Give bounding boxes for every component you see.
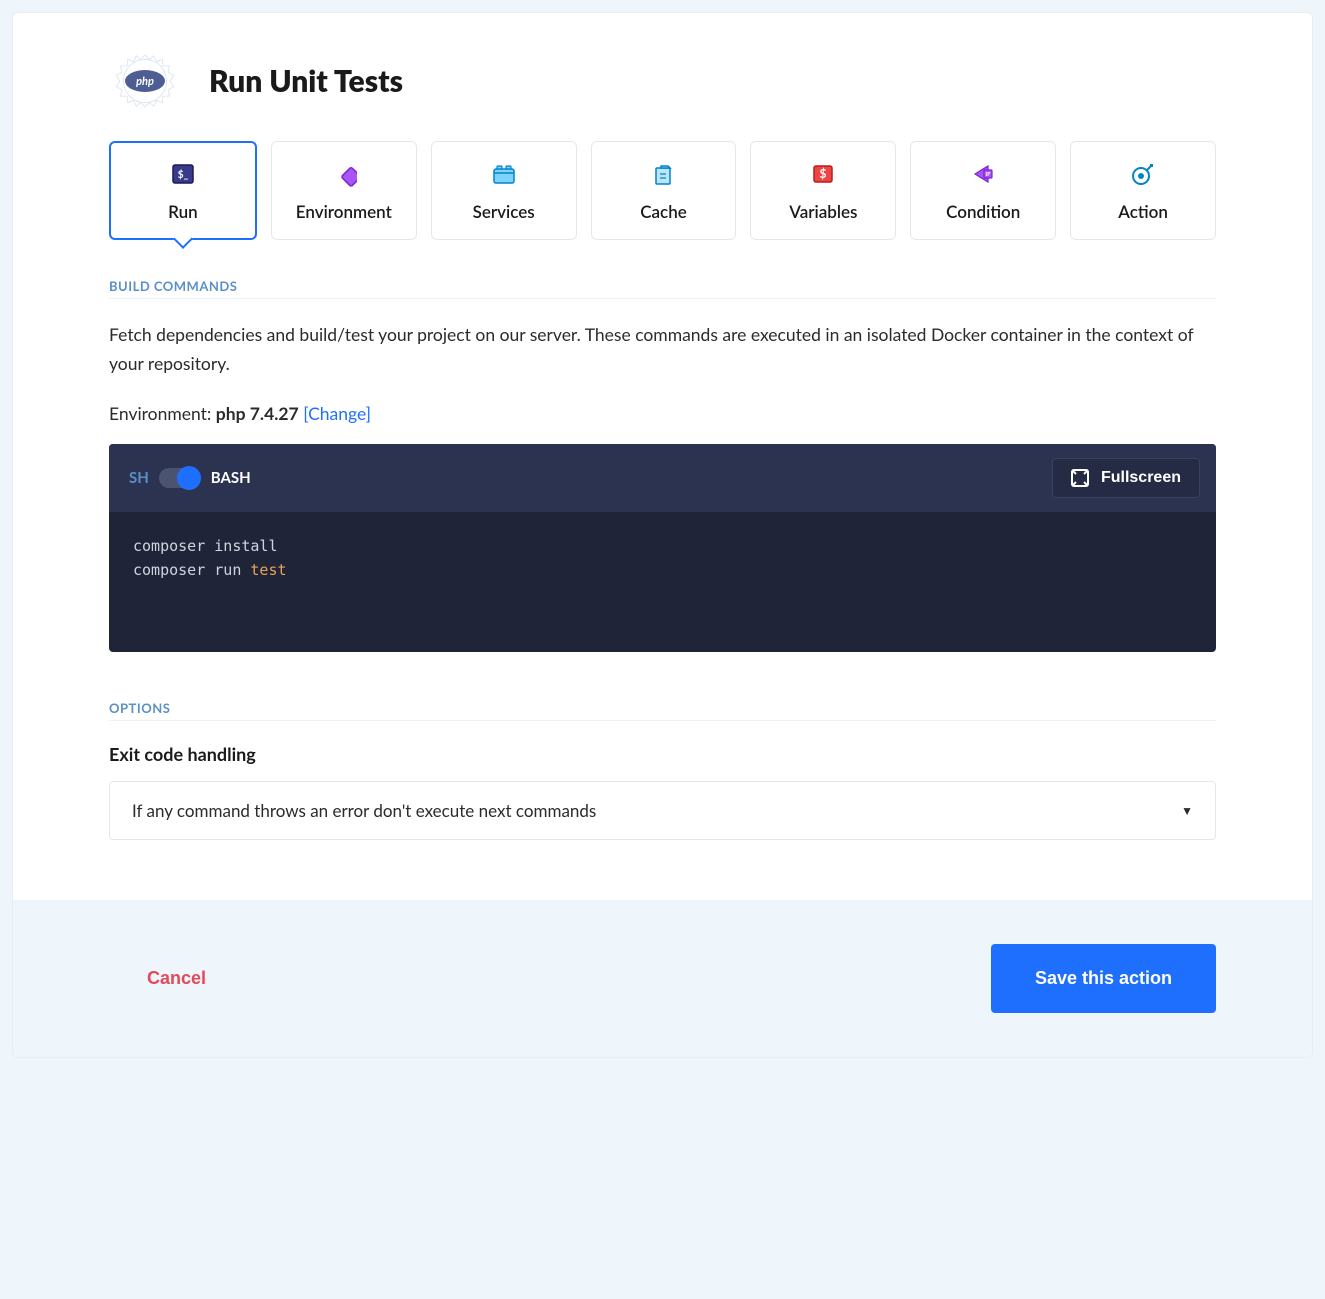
page-title: Run Unit Tests — [209, 63, 403, 99]
tab-action[interactable]: Action — [1070, 141, 1216, 240]
bash-option: BASH — [211, 469, 251, 487]
tab-label: Run — [168, 201, 198, 222]
tabs: $_ Run Environment Services Cache $ — [13, 141, 1312, 260]
services-icon — [491, 161, 517, 187]
build-commands-section: BUILD COMMANDS Fetch dependencies and bu… — [13, 260, 1312, 652]
section-title: BUILD COMMANDS — [109, 278, 1216, 299]
code-keyword: test — [250, 561, 286, 579]
tab-label: Action — [1118, 201, 1168, 222]
svg-text:$: $ — [820, 166, 827, 181]
svg-text:$_: $_ — [178, 169, 189, 181]
env-label: Environment: — [109, 403, 216, 424]
php-gear-icon: php — [109, 45, 181, 117]
fullscreen-icon — [1071, 469, 1089, 487]
code-editor: SH BASH Fullscreen composer install comp… — [109, 444, 1216, 652]
fullscreen-button[interactable]: Fullscreen — [1052, 458, 1200, 498]
tab-label: Cache — [640, 201, 687, 222]
environment-line: Environment: php 7.4.27 [Change] — [109, 403, 1216, 424]
tab-label: Variables — [789, 201, 857, 222]
config-panel: php Run Unit Tests $_ Run Environment Se… — [12, 12, 1313, 1058]
options-section: OPTIONS Exit code handling If any comman… — [13, 682, 1312, 840]
build-description: Fetch dependencies and build/test your p… — [109, 321, 1216, 379]
change-link[interactable]: [Change] — [303, 403, 371, 424]
save-button[interactable]: Save this action — [991, 944, 1216, 1013]
env-value: php 7.4.27 — [216, 403, 299, 424]
exit-code-label: Exit code handling — [109, 743, 1216, 765]
shell-toggle[interactable]: SH BASH — [129, 468, 251, 488]
exit-code-select[interactable]: If any command throws an error don't exe… — [109, 781, 1216, 840]
tab-condition[interactable]: IF Condition — [910, 141, 1056, 240]
tab-variables[interactable]: $ Variables — [750, 141, 896, 240]
cache-icon — [651, 161, 677, 187]
editor-content[interactable]: composer install composer run test — [109, 512, 1216, 652]
tab-cache[interactable]: Cache — [591, 141, 737, 240]
run-icon: $_ — [170, 161, 196, 187]
chevron-down-icon: ▼ — [1181, 803, 1193, 818]
environment-icon — [331, 161, 357, 187]
variables-icon: $ — [810, 161, 836, 187]
cancel-button[interactable]: Cancel — [109, 968, 206, 989]
select-value: If any command throws an error don't exe… — [132, 800, 596, 821]
action-icon — [1130, 161, 1156, 187]
tab-run[interactable]: $_ Run — [109, 141, 257, 240]
code-text: composer run — [133, 561, 250, 579]
toggle-switch[interactable] — [159, 468, 201, 488]
footer: Cancel Save this action — [13, 900, 1312, 1057]
condition-icon: IF — [970, 161, 996, 187]
tab-label: Environment — [296, 201, 392, 222]
tab-label: Condition — [946, 201, 1020, 222]
tab-label: Services — [473, 201, 535, 222]
editor-toolbar: SH BASH Fullscreen — [109, 444, 1216, 512]
php-badge-label: php — [125, 70, 165, 92]
tab-environment[interactable]: Environment — [271, 141, 417, 240]
sh-option: SH — [129, 469, 149, 487]
code-text: composer install — [133, 537, 278, 555]
svg-text:IF: IF — [986, 171, 992, 178]
header: php Run Unit Tests — [13, 13, 1312, 141]
tab-services[interactable]: Services — [431, 141, 577, 240]
section-title: OPTIONS — [109, 700, 1216, 721]
fullscreen-label: Fullscreen — [1101, 469, 1181, 487]
